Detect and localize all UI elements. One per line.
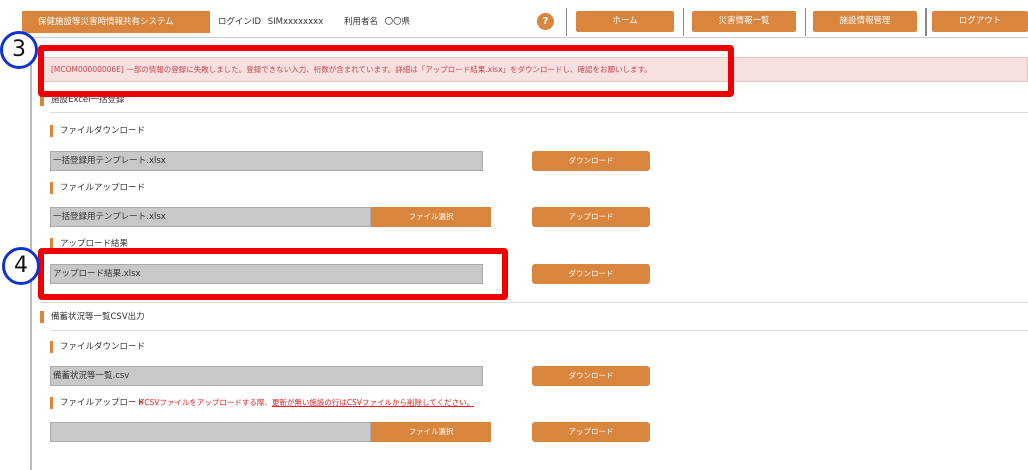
header-divider [805, 8, 806, 36]
section-divider [50, 330, 1028, 331]
excel-upload-label: ファイルアップロード [50, 182, 145, 194]
login-id-label: ログインID [218, 17, 262, 27]
error-highlight-box [38, 45, 734, 97]
excel-download-label: ファイルダウンロード [50, 125, 145, 137]
note-prefix: ※CSVファイルをアップロードする際、 [138, 398, 272, 407]
csv-section-title: 備蓄状況等一覧CSV出力 [40, 311, 145, 323]
system-title: 保健施設等災害時情報共有システム [22, 11, 210, 33]
csv-upload-button[interactable]: アップロード [532, 422, 650, 442]
disaster-list-button[interactable]: 災害情報一覧 [692, 11, 796, 32]
csv-file-field: 備蓄状況等一覧.csv [50, 366, 483, 386]
header-rule [22, 37, 1028, 38]
header-divider [683, 8, 684, 36]
section-divider [50, 112, 1028, 113]
csv-upload-file-field[interactable] [50, 422, 371, 442]
user-info: ログインID SIMxxxxxxxx 利用者名 〇〇県 [218, 11, 414, 33]
template-file-field: 一括登録用テンプレート.xlsx [50, 151, 483, 171]
csv-download-button[interactable]: ダウンロード [532, 366, 650, 386]
login-id-value: SIMxxxxxxxx [267, 17, 324, 27]
user-name-value: 〇〇県 [384, 17, 411, 27]
help-icon[interactable]: ? [537, 13, 554, 30]
note-underlined: 更新が無い施設の行はCSVファイルから削除してください。 [271, 398, 475, 407]
result-highlight-box [38, 248, 508, 300]
callout-3: 3 [0, 31, 38, 69]
csv-upload-label: ファイルアップロード [50, 397, 145, 409]
callout-4: 4 [2, 247, 40, 285]
upload-result-download-button[interactable]: ダウンロード [532, 264, 650, 284]
csv-upload-note: ※CSVファイルをアップロードする際、更新が無い施設の行はCSVファイルから削除… [138, 397, 474, 408]
excel-upload-button[interactable]: アップロード [532, 207, 650, 227]
template-download-button[interactable]: ダウンロード [532, 151, 650, 171]
upload-file-field[interactable]: 一括登録用テンプレート.xlsx [50, 207, 371, 227]
csv-file-select-button[interactable]: ファイル選択 [371, 422, 491, 442]
excel-file-select-button[interactable]: ファイル選択 [371, 207, 491, 227]
logout-button[interactable]: ログアウト [932, 11, 1028, 32]
header-divider [566, 8, 567, 36]
home-button[interactable]: ホーム [576, 11, 674, 32]
csv-download-label: ファイルダウンロード [50, 341, 145, 353]
facility-management-button[interactable]: 施設情報管理 [813, 11, 917, 32]
app-header: 保健施設等災害時情報共有システム ログインID SIMxxxxxxxx 利用者名… [0, 0, 1028, 44]
section-divider [40, 302, 1028, 303]
header-divider [925, 8, 927, 36]
user-name-label: 利用者名 [343, 17, 378, 27]
